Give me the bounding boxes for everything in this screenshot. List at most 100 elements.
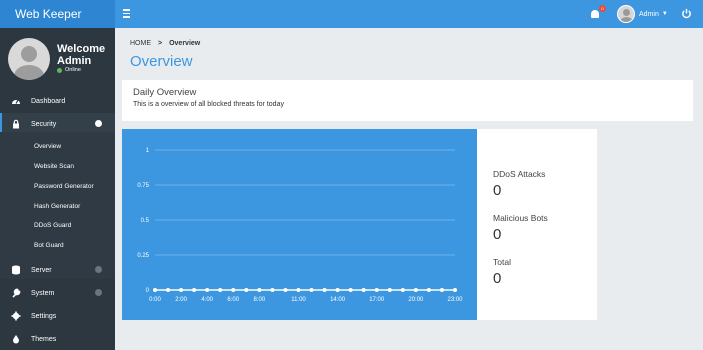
sidebar-item-label: Themes	[31, 335, 57, 343]
page-title: Overview	[130, 53, 193, 70]
dashboard-icon	[12, 99, 20, 104]
submenu-item-website-scan[interactable]: Website Scan	[34, 163, 74, 170]
data-point[interactable]	[166, 288, 171, 292]
daily-overview-card: Daily Overview This is a overview of all…	[122, 80, 693, 121]
x-tick-label: 23:00	[447, 297, 463, 303]
sidebar-item-dashboard[interactable]: Dashboard	[0, 90, 115, 112]
data-point[interactable]	[322, 288, 327, 292]
top-bar: Web Keeper 0 Admin ▼	[0, 0, 703, 28]
user-menu[interactable]: Admin ▼	[617, 4, 668, 24]
notification-badge: 0	[599, 5, 606, 12]
x-tick-label: 8:00	[254, 297, 266, 303]
online-status: Online	[57, 67, 81, 73]
submenu-item-hash-generator[interactable]: Hash Generator	[34, 203, 80, 210]
stat-total-label: Total	[493, 257, 511, 267]
data-point[interactable]	[218, 288, 223, 292]
wrench-icon	[12, 288, 21, 298]
y-tick-label: 0.5	[141, 218, 150, 224]
submenu-item-overview[interactable]: Overview	[34, 143, 61, 150]
top-nav: 0 Admin ▼	[115, 0, 703, 28]
submenu-item-password-generator[interactable]: Password Generator	[34, 183, 94, 190]
data-point[interactable]	[283, 288, 288, 292]
y-tick-label: 0.25	[137, 253, 149, 259]
daily-overview-subtitle: This is a overview of all blocked threat…	[133, 101, 284, 108]
x-tick-label: 2:00	[175, 297, 187, 303]
breadcrumb: HOME > Overview	[130, 40, 200, 47]
data-point[interactable]	[413, 288, 418, 292]
x-tick-label: 17:00	[369, 297, 385, 303]
breadcrumb-current: Overview	[169, 40, 201, 47]
stats-panel: DDoS Attacks 0 Malicious Bots 0 Total 0	[477, 129, 597, 320]
data-point[interactable]	[374, 288, 379, 292]
data-point[interactable]	[153, 288, 157, 292]
data-point[interactable]	[361, 288, 366, 292]
chevron-right-icon	[95, 289, 102, 296]
profile-avatar	[8, 38, 50, 80]
sidebar-item-themes[interactable]: Themes	[0, 328, 115, 350]
x-tick-label: 4:00	[201, 297, 213, 303]
data-point[interactable]	[439, 288, 444, 292]
power-icon[interactable]	[681, 8, 692, 19]
data-point[interactable]	[205, 288, 210, 292]
sidebar-item-label: Security	[31, 120, 57, 128]
data-point[interactable]	[309, 288, 314, 292]
sidebar-item-label: Dashboard	[31, 97, 66, 105]
x-tick-label: 0:00	[149, 297, 161, 303]
sidebar-item-label: System	[31, 289, 55, 297]
sidebar-item-system[interactable]: System	[0, 282, 115, 304]
x-tick-label: 11:00	[291, 297, 306, 303]
sidebar: Welcome Admin Online Dashboard Security …	[0, 28, 115, 350]
menu-icon[interactable]	[123, 7, 131, 21]
welcome-label: Welcome	[57, 43, 106, 55]
data-point[interactable]	[426, 288, 431, 292]
x-tick-label: 6:00	[227, 297, 239, 303]
data-point[interactable]	[335, 288, 340, 292]
stat-bots-value: 0	[493, 226, 502, 243]
data-point[interactable]	[296, 288, 301, 292]
data-point[interactable]	[192, 288, 197, 292]
data-point[interactable]	[400, 288, 405, 292]
submenu-item-ddos-guard[interactable]: DDoS Guard	[34, 222, 71, 229]
user-name: Admin	[639, 10, 659, 18]
data-point[interactable]	[231, 288, 236, 292]
stat-ddos-value: 0	[493, 182, 502, 199]
breadcrumb-home[interactable]: HOME	[130, 40, 151, 47]
online-dot-icon	[57, 67, 62, 73]
x-tick-label: 20:00	[408, 297, 424, 303]
stat-ddos-label: DDoS Attacks	[493, 169, 546, 179]
status-label: Online	[65, 67, 81, 73]
sidebar-item-label: Server	[31, 266, 52, 274]
threats-chart-panel: 0 0.25 0.5 0.75 1 0:00 2:00 4:00 6:00 8:00 11:00 14…	[122, 129, 477, 320]
chevron-right-icon	[95, 266, 102, 273]
gear-icon	[11, 311, 21, 321]
brand-logo[interactable]: Web Keeper	[0, 0, 115, 28]
data-point[interactable]	[179, 288, 184, 292]
data-point[interactable]	[270, 288, 275, 292]
data-point[interactable]	[244, 288, 249, 292]
data-point[interactable]	[453, 288, 457, 292]
y-tick-label: 0	[146, 288, 150, 294]
y-tick-label: 0.75	[137, 183, 149, 189]
sidebar-item-settings[interactable]: Settings	[0, 305, 115, 327]
bell-icon	[591, 10, 599, 18]
threats-chart: 0 0.25 0.5 0.75 1 0:00 2:00 4:00 6:00 8:00 11:00 14…	[137, 148, 463, 303]
x-tick-label: 14:00	[330, 297, 346, 303]
avatar	[617, 5, 635, 23]
data-point[interactable]	[257, 288, 262, 292]
stat-total-value: 0	[493, 270, 502, 287]
notification-button[interactable]: 0	[591, 5, 606, 20]
welcome-user: Admin	[57, 55, 92, 67]
chevron-down-icon	[95, 120, 102, 127]
welcome-text: Welcome Admin	[57, 43, 105, 67]
user-profile: Welcome Admin Online	[0, 28, 115, 88]
data-point[interactable]	[387, 288, 392, 292]
sidebar-item-label: Settings	[31, 312, 57, 320]
daily-overview-heading: Daily Overview	[133, 87, 197, 98]
server-icon	[12, 265, 20, 275]
data-point[interactable]	[348, 288, 353, 292]
security-submenu: Overview Website Scan Password Generator…	[0, 132, 115, 279]
breadcrumb-separator-icon: >	[158, 40, 163, 47]
drop-icon	[13, 335, 19, 344]
submenu-item-bot-guard[interactable]: Bot Guard	[34, 242, 64, 249]
sidebar-item-server[interactable]: Server	[0, 259, 115, 281]
